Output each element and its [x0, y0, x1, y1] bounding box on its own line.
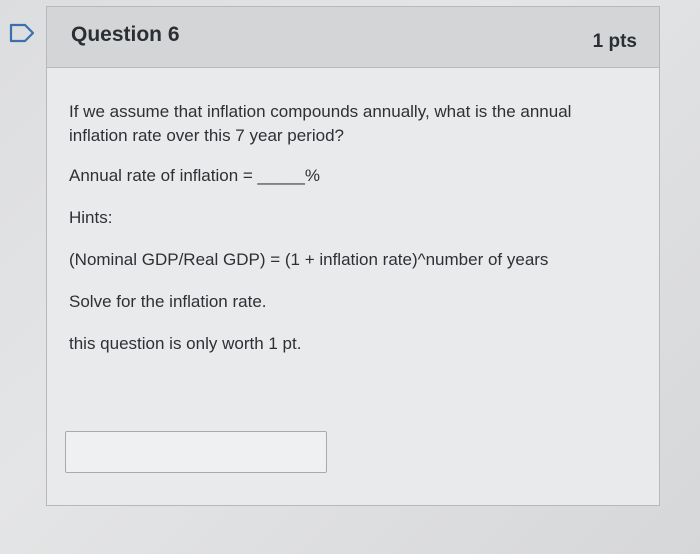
answer-instruction: Annual rate of inflation = _____% [69, 166, 320, 185]
flag-question-icon[interactable] [8, 22, 36, 44]
question-body: If we assume that inflation compounds an… [47, 68, 659, 356]
worth-note: this question is only worth 1 pt. [69, 334, 302, 353]
hint-formula: (Nominal GDP/Real GDP) = (1 + inflation … [69, 250, 549, 269]
answer-input[interactable] [65, 431, 327, 473]
question-prompt: If we assume that inflation compounds an… [69, 102, 572, 145]
question-points: 1 pts [592, 31, 637, 52]
hint-solve: Solve for the inflation rate. [69, 292, 267, 311]
question-card: Question 6 1 pts If we assume that infla… [46, 6, 660, 506]
question-header: Question 6 1 pts [47, 7, 659, 68]
hints-label: Hints: [69, 208, 113, 227]
question-title: Question 6 [71, 23, 180, 46]
